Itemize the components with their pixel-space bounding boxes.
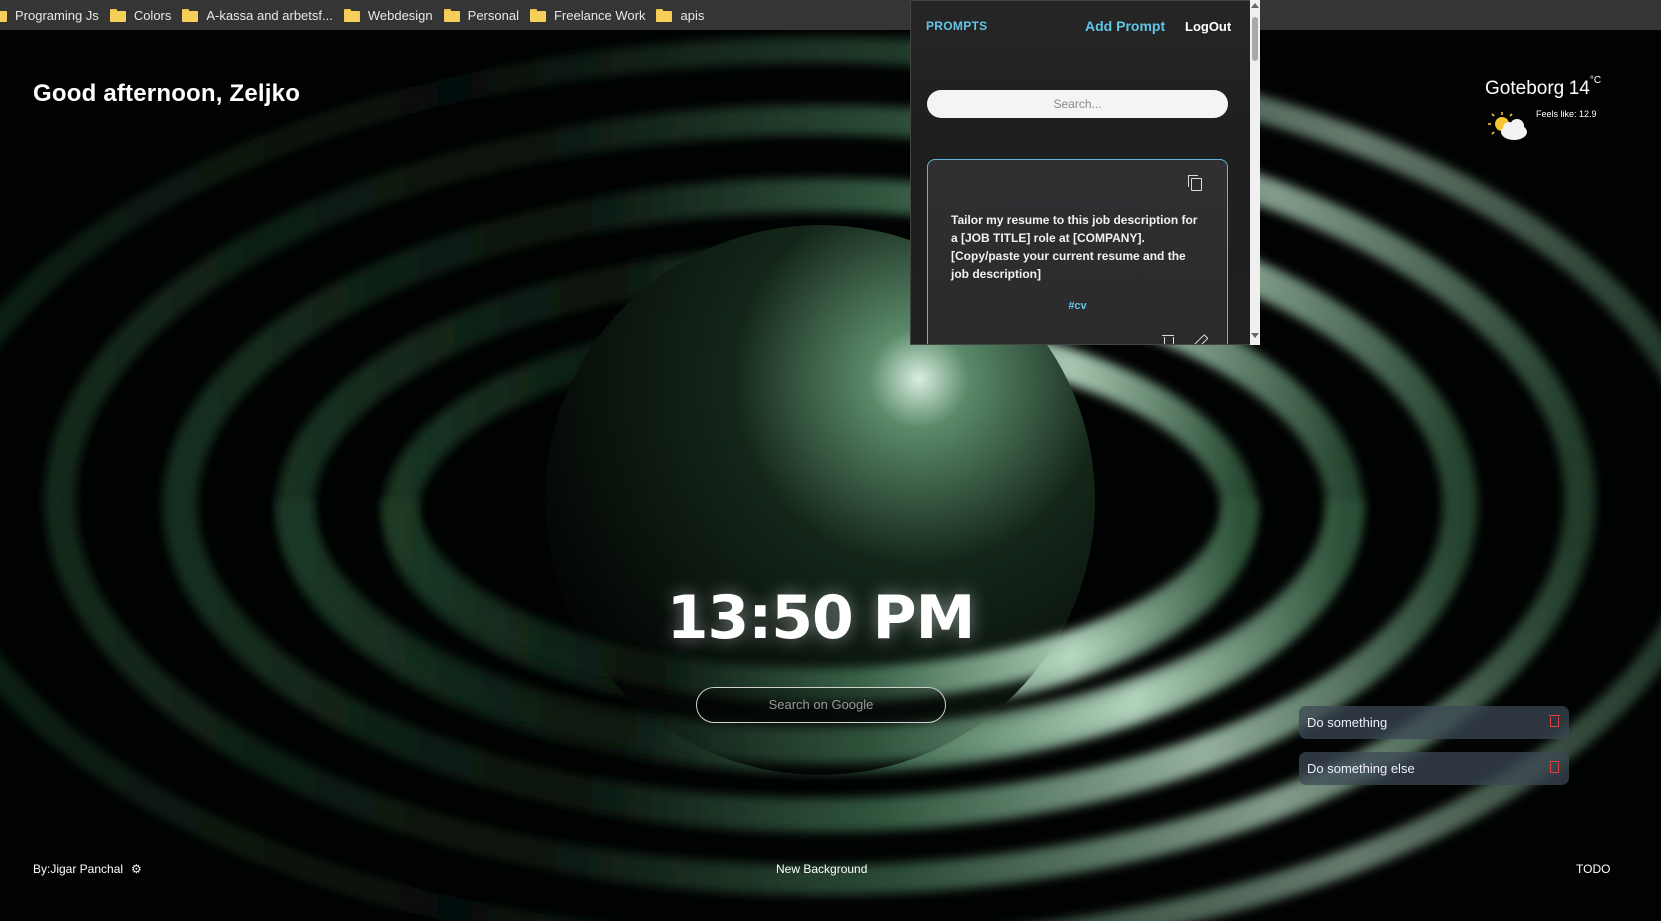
weather-widget: Goteborg 14°C Feels like: 12.9: [1485, 75, 1615, 140]
prompt-tag[interactable]: #cv: [928, 300, 1227, 312]
planet-rings-wallpaper: [0, 30, 1661, 921]
google-search-input[interactable]: Search on Google: [696, 687, 946, 723]
weather-unit: °C: [1589, 75, 1602, 86]
folder-icon: [343, 8, 360, 22]
bookmark-personal[interactable]: Personal: [442, 0, 528, 30]
bookmark-programing-js[interactable]: Programing Js: [0, 0, 108, 30]
folder-icon: [0, 9, 7, 22]
trash-icon[interactable]: [1162, 335, 1174, 344]
bookmark-colors[interactable]: Colors: [108, 0, 181, 30]
footer-credit: By:Jigar Panchal ⚙: [33, 862, 142, 876]
prompt-text: Tailor my resume to this job description…: [951, 213, 1198, 281]
scrollbar-thumb[interactable]: [1252, 17, 1258, 61]
new-tab-background: Good afternoon, Zeljko Goteborg 14°C Fee…: [0, 30, 1661, 921]
bookmark-freelance-work[interactable]: Freelance Work: [528, 0, 655, 30]
clock-time: 13:50 PM: [666, 583, 976, 653]
trash-icon[interactable]: [1549, 761, 1560, 773]
prompt-search-input[interactable]: Search...: [927, 90, 1228, 118]
todo-item[interactable]: Do something: [1299, 706, 1569, 739]
folder-icon: [109, 8, 126, 22]
bookmark-webdesign[interactable]: Webdesign: [342, 0, 442, 30]
logout-button[interactable]: LogOut: [1185, 19, 1231, 34]
edit-icon[interactable]: [1193, 334, 1209, 344]
trash-icon[interactable]: [1549, 715, 1560, 727]
weather-feels-like: Feels like: 12.9: [1536, 109, 1597, 119]
gear-icon[interactable]: ⚙: [131, 862, 142, 876]
folder-icon: [656, 8, 673, 22]
todo-item-label: Do something: [1307, 715, 1388, 730]
scroll-down-arrow-icon[interactable]: [1251, 333, 1259, 338]
folder-icon: [443, 8, 460, 22]
prompt-card: Tailor my resume to this job description…: [927, 159, 1228, 344]
add-prompt-button[interactable]: Add Prompt: [1085, 18, 1165, 34]
credit-link[interactable]: By:Jigar Panchal: [33, 862, 123, 876]
bookmarks-bar: Programing Js Colors A-kassa and arbetsf…: [0, 0, 1661, 30]
bookmark-a-kassa[interactable]: A-kassa and arbetsf...: [180, 0, 341, 30]
new-background-button[interactable]: New Background: [776, 862, 867, 876]
popup-scrollbar[interactable]: [1250, 0, 1260, 345]
todo-item-label: Do something else: [1307, 761, 1415, 776]
weather-temp: 14: [1568, 78, 1590, 99]
bookmark-apis[interactable]: apis: [654, 0, 713, 30]
scroll-up-arrow-icon[interactable]: [1251, 3, 1259, 8]
greeting-text: Good afternoon, Zeljko: [33, 80, 301, 107]
folder-icon: [182, 8, 199, 22]
popup-title: PROMPTS: [926, 19, 988, 33]
todo-toggle-button[interactable]: TODO: [1576, 862, 1610, 876]
copy-icon[interactable]: [1188, 175, 1202, 191]
todo-item[interactable]: Do something else: [1299, 752, 1569, 785]
folder-icon: [529, 8, 546, 22]
weather-city: Goteborg: [1485, 78, 1565, 99]
partly-cloudy-icon: [1488, 112, 1527, 140]
prompts-popup: PROMPTS Add Prompt LogOut Search... Tail…: [910, 0, 1260, 345]
